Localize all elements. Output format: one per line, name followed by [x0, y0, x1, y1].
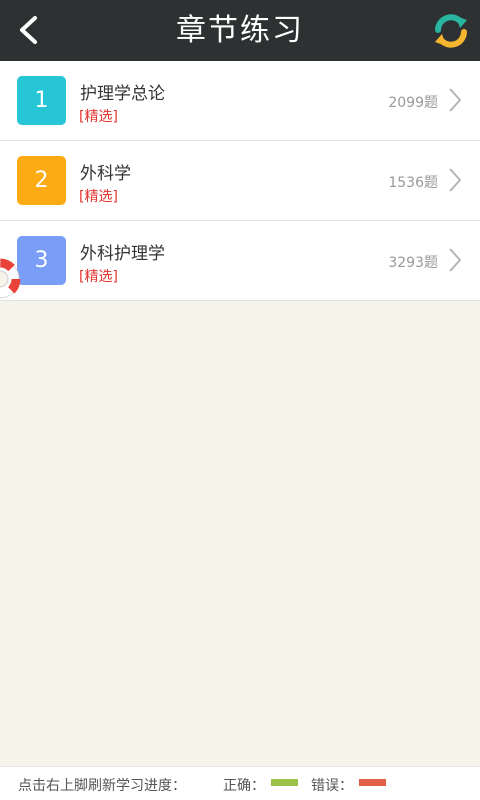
chapter-index-badge: 1 [17, 76, 66, 125]
chapter-name: 外科护理学 [80, 244, 165, 264]
progress-legend: 点击右上脚刷新学习进度： 正确： 错误： [0, 766, 480, 800]
chapter-index-badge: 2 [17, 156, 66, 205]
top-bar: 章节练习 [0, 0, 480, 61]
legend-wrong-swatch [359, 779, 386, 786]
refresh-button[interactable] [432, 12, 470, 50]
lifebuoy-icon[interactable] [0, 256, 26, 302]
legend-correct-swatch [271, 779, 298, 786]
chevron-right-icon [449, 248, 462, 272]
page-title: 章节练习 [176, 13, 304, 48]
chapter-tag: [精选] [79, 189, 118, 205]
chevron-right-icon [449, 168, 462, 192]
question-count: 2099题 [388, 95, 438, 111]
question-count: 3293题 [388, 255, 438, 271]
chapter-tag: [精选] [79, 269, 118, 285]
chapter-name: 护理学总论 [80, 84, 165, 104]
question-count: 1536题 [388, 175, 438, 191]
chapter-row[interactable]: 3 外科护理学 [精选] 3293题 [0, 221, 480, 301]
legend-correct-label: 正确： [223, 778, 265, 794]
chapter-tag: [精选] [79, 109, 118, 125]
chevron-right-icon [449, 88, 462, 112]
chapter-name: 外科学 [80, 164, 131, 184]
legend-wrong-label: 错误： [311, 778, 353, 794]
chapter-list: 1 护理学总论 [精选] 2099题 2 外科学 [精选] 1536题 3 外科… [0, 61, 480, 301]
chapter-row[interactable]: 1 护理学总论 [精选] 2099题 [0, 61, 480, 141]
refresh-icon [435, 14, 467, 48]
chapter-row[interactable]: 2 外科学 [精选] 1536题 [0, 141, 480, 221]
legend-hint: 点击右上脚刷新学习进度： [18, 778, 186, 794]
